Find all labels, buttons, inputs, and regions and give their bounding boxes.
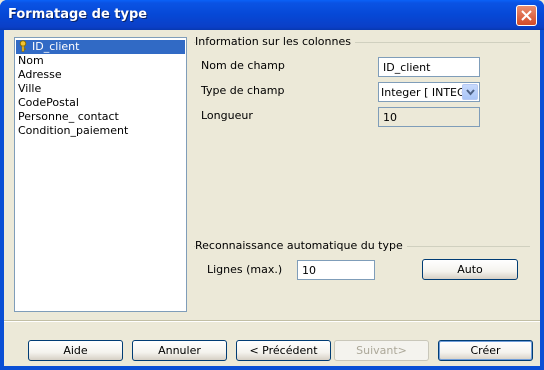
field-name-label: Nom de champ [201, 59, 285, 72]
list-item[interactable]: Condition_paiement [15, 124, 186, 138]
field-name-input[interactable]: ID_client [378, 57, 480, 77]
list-item-label: CodePostal [18, 96, 79, 109]
lines-input[interactable]: 10 [297, 260, 375, 280]
list-item-label: ID_client [32, 40, 80, 53]
lines-label: Lignes (max.) [207, 263, 283, 276]
dialog-window: Formatage de type ID_client Nom Adresse Vil… [0, 0, 544, 370]
list-item[interactable]: Adresse [15, 68, 186, 82]
create-button[interactable]: Créer [438, 340, 533, 361]
dialog-body: ID_client Nom Adresse Ville CodePostal Person… [4, 30, 540, 366]
chevron-down-icon [466, 89, 475, 96]
help-button[interactable]: Aide [28, 340, 123, 361]
next-button[interactable]: Suivant> [334, 340, 429, 361]
previous-button[interactable]: < Précédent [236, 340, 331, 361]
key-icon [19, 40, 27, 52]
columns-listbox[interactable]: ID_client Nom Adresse Ville CodePostal Person… [14, 37, 187, 312]
list-item[interactable]: Personne_ contact [15, 110, 186, 124]
field-type-dropdown-button[interactable] [462, 84, 478, 100]
list-item-label: Nom [18, 54, 44, 67]
title-bar[interactable]: Formatage de type [0, 0, 544, 30]
length-input[interactable]: 10 [378, 107, 480, 127]
cancel-button[interactable]: Annuler [132, 340, 227, 361]
column-info-group-title: Information sur les colonnes [195, 35, 355, 48]
close-button[interactable] [516, 5, 537, 26]
close-icon [521, 10, 532, 21]
field-type-value: Integer [ INTEGER ] [381, 86, 465, 99]
bottom-separator [4, 320, 540, 322]
field-type-label: Type de champ [201, 84, 285, 97]
auto-detect-group-title: Reconnaissance automatique du type [195, 239, 407, 252]
auto-button[interactable]: Auto [422, 259, 518, 280]
list-item[interactable]: Ville [15, 82, 186, 96]
list-item-label: Ville [18, 82, 42, 95]
length-label: Longueur [201, 109, 253, 122]
list-item-label: Adresse [18, 68, 62, 81]
field-type-select[interactable]: Integer [ INTEGER ] [378, 82, 480, 102]
list-item[interactable]: CodePostal [15, 96, 186, 110]
list-item-label: Condition_paiement [18, 124, 129, 137]
list-item[interactable]: ID_client [16, 40, 185, 54]
window-title: Formatage de type [8, 7, 148, 22]
list-item[interactable]: Nom [15, 54, 186, 68]
list-item-label: Personne_ contact [18, 110, 119, 123]
